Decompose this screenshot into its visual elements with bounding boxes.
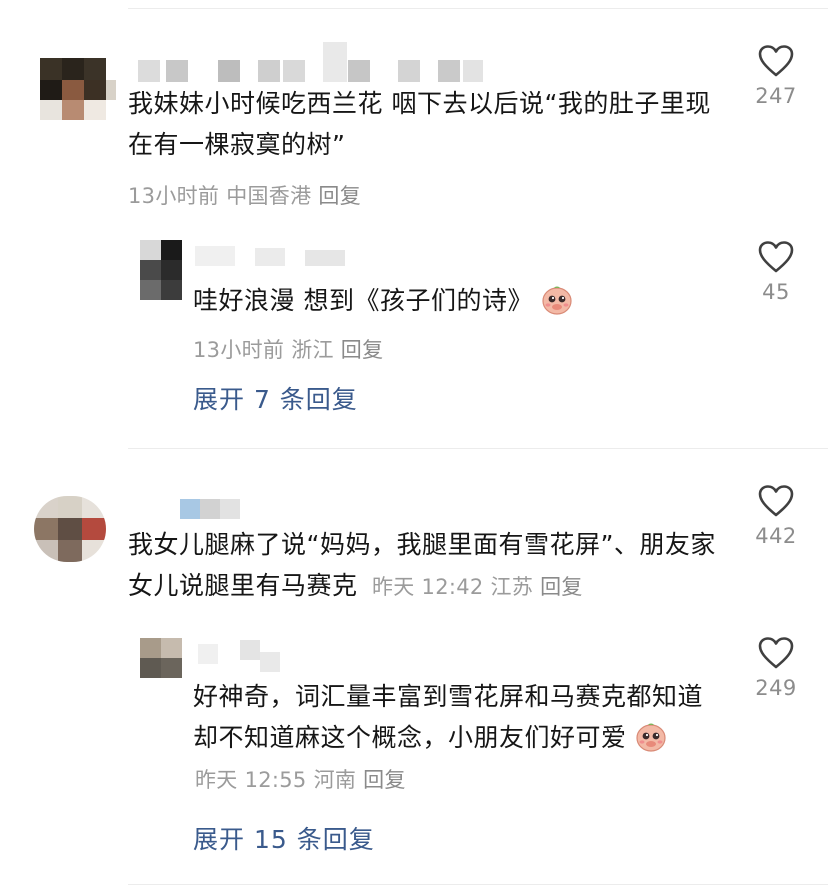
avatar[interactable]: [34, 496, 106, 562]
comment-text: 我女儿腿麻了说“妈妈，我腿里面有雪花屏”、朋友家女儿说腿里有马赛克 昨天 12:…: [128, 530, 716, 600]
comment-meta: 13小时前 中国香港 回复: [128, 180, 361, 210]
reply-meta: 13小时前 浙江 回复: [193, 334, 383, 364]
reply-text: 哇好浪漫 想到《孩子们的诗》: [193, 280, 713, 321]
expand-replies-link[interactable]: 展开 15 条回复: [193, 820, 375, 856]
like-count: 442: [755, 524, 797, 548]
top-divider: [128, 8, 828, 9]
comment-text: 我妹妹小时候吃西兰花 咽下去以后说“我的肚子里现在有一棵寂寞的树”: [128, 89, 711, 159]
reply-text: 好神奇，词汇量丰富到雪花屏和马赛克都知道却不知道麻这个概念，小朋友们好可爱 昨天…: [193, 682, 704, 792]
comment-timestamp-location: 13小时前 中国香港: [128, 184, 312, 208]
bottom-divider: [128, 884, 828, 885]
reply-button[interactable]: 回复: [540, 575, 583, 599]
like-button[interactable]: 247: [746, 44, 806, 108]
like-count: 45: [762, 280, 790, 304]
reply-button[interactable]: 回复: [318, 184, 361, 208]
heart-outline-icon: [758, 45, 794, 77]
reply-like-button[interactable]: 45: [746, 240, 806, 304]
reply-like-button[interactable]: 249: [746, 636, 806, 700]
avatar[interactable]: [40, 58, 116, 120]
reply-timestamp-location: 13小时前 浙江: [193, 338, 334, 362]
username[interactable]: [180, 497, 260, 521]
reply-timestamp-location: 昨天 12:55 河南: [195, 768, 357, 792]
pleading-face-emoji: [635, 722, 667, 752]
heart-outline-icon: [758, 637, 794, 669]
like-count: 247: [755, 84, 797, 108]
heart-outline-icon: [758, 485, 794, 517]
reply-button[interactable]: 回复: [363, 768, 406, 792]
reply-avatar[interactable]: [140, 240, 182, 300]
reply-username[interactable]: [198, 640, 288, 672]
username[interactable]: [138, 42, 483, 82]
pleading-face-emoji: [541, 285, 573, 315]
like-count: 249: [755, 676, 797, 700]
reply-avatar[interactable]: [140, 638, 182, 678]
comment-divider: [128, 448, 828, 449]
like-button[interactable]: 442: [746, 484, 806, 548]
reply-button[interactable]: 回复: [341, 338, 384, 362]
reply-username[interactable]: [195, 238, 375, 268]
comment-timestamp-location: 昨天 12:42 江苏: [371, 575, 534, 599]
heart-outline-icon: [758, 241, 794, 273]
expand-replies-link[interactable]: 展开 7 条回复: [193, 380, 358, 416]
